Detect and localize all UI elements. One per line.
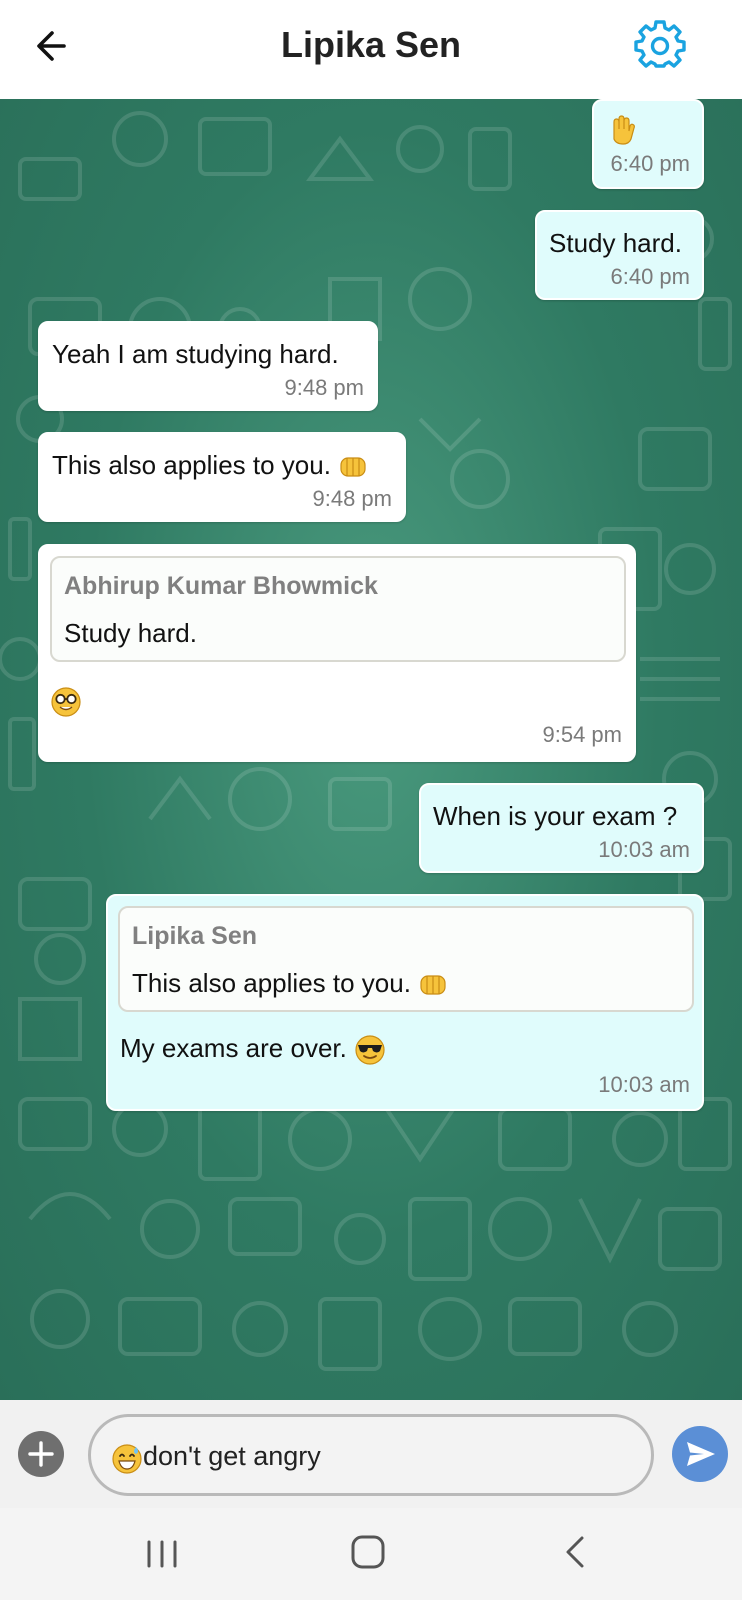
message-time: 10:03 am [598, 1072, 690, 1097]
message-input[interactable]: don't get angry [88, 1414, 654, 1496]
chat-title: Lipika Sen [280, 24, 462, 65]
oncoming-fist-emoji [340, 457, 366, 477]
chat-area[interactable]: 6:40 pm Study hard. 6:40 pm Yeah I am st… [0, 99, 742, 1400]
oncoming-fist-emoji [420, 975, 446, 995]
quoted-message[interactable]: Lipika Sen This also applies to you. [118, 906, 694, 1012]
nerd-face-emoji [51, 687, 81, 717]
message-text: Study hard. [549, 228, 682, 258]
add-attachment-button[interactable] [18, 1431, 64, 1477]
message-input-value: don't get angry [143, 1441, 321, 1471]
quoted-text: This also applies to you. [132, 968, 448, 999]
nav-back-icon [566, 1536, 584, 1568]
system-nav-bar [0, 1508, 742, 1600]
quoted-text-content: This also applies to you. [132, 968, 411, 998]
message-bubble[interactable]: Yeah I am studying hard. 9:48 pm [38, 321, 378, 411]
message-text: My exams are over. [120, 1033, 386, 1066]
home-icon [351, 1535, 385, 1569]
nav-back-button[interactable] [556, 1530, 596, 1574]
message-time: 6:40 pm [610, 264, 691, 289]
send-icon [687, 1442, 715, 1466]
message-bubble[interactable]: Abhirup Kumar Bhowmick Study hard. 9:54 … [38, 544, 636, 762]
quoted-text: Study hard. [64, 618, 197, 648]
send-button[interactable] [672, 1426, 728, 1482]
message-bubble[interactable]: When is your exam ? 10:03 am [419, 783, 704, 873]
message-text: Yeah I am studying hard. [52, 339, 339, 369]
home-button[interactable] [346, 1530, 390, 1574]
message-bubble[interactable]: Study hard. 6:40 pm [535, 210, 704, 300]
recents-button[interactable] [140, 1532, 184, 1576]
plus-icon [28, 1441, 54, 1467]
message-time: 9:54 pm [542, 722, 623, 747]
message-text-content: My exams are over. [120, 1033, 355, 1063]
quoted-author: Lipika Sen [132, 922, 258, 950]
grinning-face-with-sweat-emoji [112, 1444, 142, 1474]
message-text: When is your exam ? [433, 801, 678, 831]
message-composer: don't get angry [0, 1400, 742, 1508]
gear-icon [634, 20, 686, 68]
message-time: 9:48 pm [312, 486, 393, 511]
message-bubble[interactable]: 6:40 pm [592, 99, 704, 189]
smiling-face-with-sunglasses-emoji [355, 1035, 385, 1065]
message-text: This also applies to you. [52, 450, 368, 481]
settings-button[interactable] [634, 20, 686, 72]
app-header: Lipika Sen [0, 0, 742, 99]
quoted-message[interactable]: Abhirup Kumar Bhowmick Study hard. [50, 556, 626, 662]
quoted-author: Abhirup Kumar Bhowmick [64, 572, 378, 600]
waving-hand-emoji [613, 115, 635, 145]
recents-icon [147, 1540, 177, 1568]
message-text-content: This also applies to you. [52, 450, 331, 480]
message-bubble[interactable]: Lipika Sen This also applies to you. My … [106, 894, 704, 1111]
message-time: 6:40 pm [610, 151, 691, 176]
message-time: 10:03 am [598, 837, 690, 862]
message-time: 9:48 pm [284, 375, 365, 400]
message-bubble[interactable]: This also applies to you. 9:48 pm [38, 432, 406, 522]
